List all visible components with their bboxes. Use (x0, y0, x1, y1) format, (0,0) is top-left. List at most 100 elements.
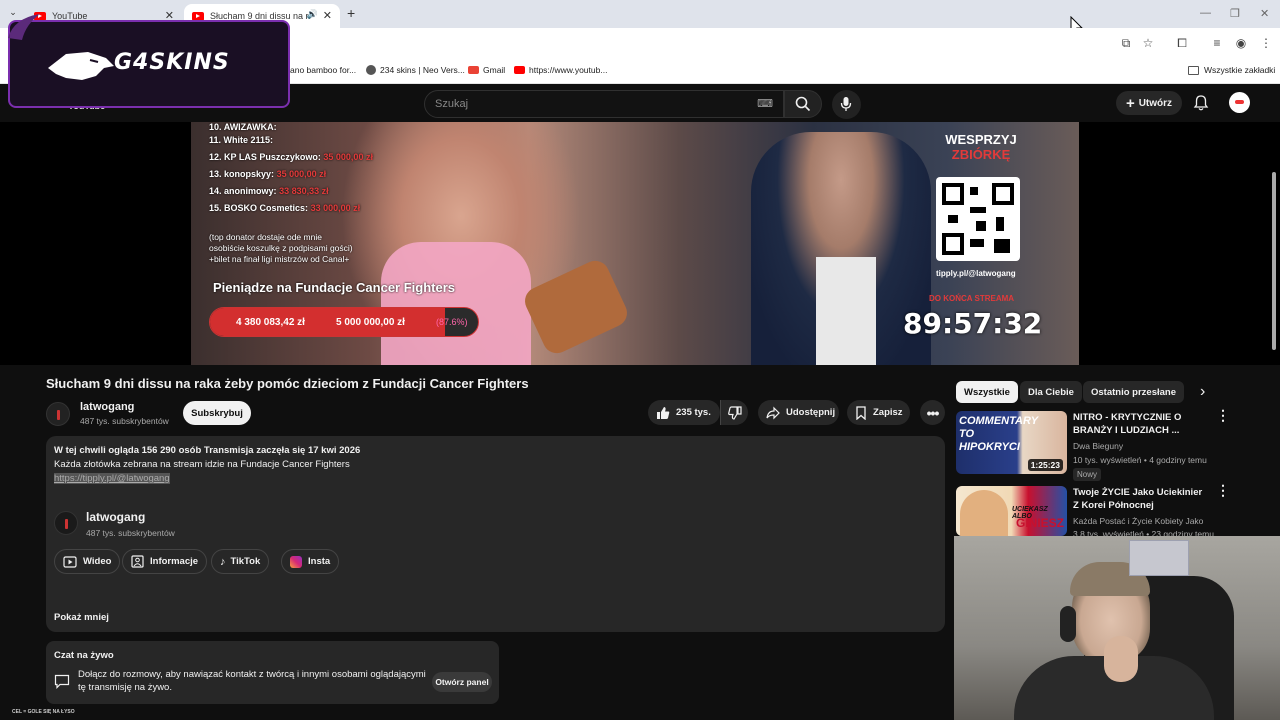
tipply-handle: tipply.pl/@latwogang (936, 269, 1016, 278)
live-stats: W tej chwili ogląda 156 290 osób Transmi… (54, 445, 361, 456)
bookmark-item[interactable]: https://www.youtub... (514, 65, 607, 75)
description-box[interactable]: W tej chwili ogląda 156 290 osób Transmi… (46, 436, 945, 632)
button-label: Wideo (83, 556, 112, 567)
cast-icon[interactable]: ⧉ (1119, 36, 1133, 50)
chip-recently-uploaded[interactable]: Ostatnio przesłane (1083, 381, 1184, 403)
thumbnail-text: COMMENTARY TO HIPOKRYCI (959, 415, 1038, 453)
new-badge: Nowy (1073, 468, 1102, 481)
donor-row: 11. White 2115: (209, 135, 274, 145)
close-window-icon[interactable]: ✕ (1260, 7, 1269, 20)
bookmark-label: ano bamboo for... (290, 65, 357, 75)
thumbs-down-icon (728, 405, 742, 420)
subscribe-button[interactable]: Subskrybuj (183, 401, 251, 425)
live-chat-panel: Czat na żywo Dołącz do rozmowy, aby nawi… (46, 641, 499, 704)
instagram-link-button[interactable]: Insta (281, 549, 340, 574)
bookmark-label: Gmail (483, 65, 506, 75)
all-bookmarks-label: Wszystkie zakładki (1204, 65, 1276, 75)
support-heading: WESPRZYJ ZBIÓRKĘ (945, 132, 1017, 162)
create-label: Utwórz (1138, 97, 1173, 109)
live-chat-text: Dołącz do rozmowy, aby nawiązać kontakt … (78, 669, 426, 693)
dislike-button[interactable] (720, 400, 748, 425)
more-actions-button[interactable]: ••• (920, 400, 945, 425)
more-vertical-icon[interactable]: ⋮ (1216, 408, 1230, 422)
search-button[interactable] (784, 90, 822, 118)
video-duration: 1:25:23 (1027, 459, 1063, 471)
until-end-label: DO KOŃCA STREAMA (929, 294, 1015, 303)
extensions-icon[interactable]: ⧠ (1175, 36, 1189, 50)
thumbs-up-icon (657, 406, 670, 419)
save-button[interactable]: Zapisz (847, 400, 910, 425)
video-title: Słucham 9 dni dissu na raka żeby pomóc d… (46, 376, 529, 391)
overlay-brand-text: G4SKINS (114, 50, 230, 75)
bookmark-item[interactable]: ano bamboo for... (290, 65, 356, 75)
videos-link-button[interactable]: Wideo (54, 549, 121, 574)
browser-menu-icon[interactable]: ⋮ (1259, 36, 1273, 50)
search-input[interactable]: Szukaj ⌨ (424, 90, 784, 118)
page-scrollbar[interactable] (1272, 172, 1276, 350)
microphone-icon (840, 97, 852, 111)
bookmark-item[interactable]: 234 skins | Neo Vers... (366, 65, 465, 75)
bookmark-gmail[interactable]: Gmail (468, 65, 505, 75)
notifications-bell-icon[interactable] (1192, 94, 1210, 112)
media-controls-icon[interactable]: ≡ (1210, 36, 1224, 50)
create-button[interactable]: + Utwórz (1116, 91, 1182, 115)
show-less-button[interactable]: Pokaż mniej (54, 612, 109, 623)
horn-decoration-icon (8, 14, 40, 40)
chip-all[interactable]: Wszystkie (956, 381, 1018, 403)
thumbnail-face (960, 490, 1008, 536)
channel-avatar[interactable] (46, 402, 70, 426)
description-link[interactable]: https://tipply.pl/@latwogang (54, 473, 170, 484)
recommendation-thumbnail[interactable]: UCIEKASZ ALBO GINIESZ (956, 486, 1067, 536)
plus-icon: + (1125, 94, 1135, 112)
voice-search-button[interactable] (832, 90, 861, 119)
bookmark-star-icon[interactable]: ☆ (1141, 36, 1155, 50)
pink-top (381, 242, 531, 365)
panther-logo-icon (48, 52, 114, 80)
white-shirt (816, 257, 876, 365)
minimize-icon[interactable]: — (1200, 7, 1211, 19)
webcam-overlay (954, 536, 1280, 720)
thumbnail-text: GINIESZ (1016, 516, 1065, 530)
bookmark-icon (856, 405, 866, 420)
recommendation-meta: 3,8 tys. wyświetleń • 23 godziny temu (1073, 529, 1214, 536)
more-horizontal-icon: ••• (926, 404, 940, 421)
about-link-button[interactable]: Informacje (122, 549, 208, 574)
speaker-icon[interactable]: 🔊 (307, 9, 318, 20)
keyboard-icon[interactable]: ⌨ (757, 97, 773, 110)
channel-avatar[interactable] (54, 511, 78, 535)
recommendation-thumbnail[interactable]: COMMENTARY TO HIPOKRYCI 1:25:23 (956, 411, 1067, 474)
maximize-icon[interactable]: ❐ (1230, 7, 1240, 20)
share-button[interactable]: Udostępnij (758, 400, 839, 425)
more-vertical-icon[interactable]: ⋮ (1216, 483, 1230, 497)
stream-video-frame[interactable]: 10. AWIZAWKA: 11. White 2115: 12. KP LAS… (191, 122, 1079, 365)
new-tab-button[interactable]: + (347, 5, 355, 21)
instagram-icon (290, 555, 302, 568)
button-label: TikTok (230, 556, 261, 567)
account-avatar[interactable] (1229, 92, 1250, 113)
button-label: Insta (308, 556, 331, 567)
close-tab-icon[interactable]: ✕ (323, 9, 332, 22)
recommendation-channel[interactable]: Każda Postać i Życie Kobiety Jako (1073, 516, 1208, 526)
profile-icon[interactable]: ◉ (1234, 36, 1248, 50)
donor-row: 12. KP LAS Puszczykowo: 35 000,00 zł (209, 152, 373, 162)
button-label: Informacje (150, 556, 199, 567)
channel-name[interactable]: latwogang (86, 510, 145, 524)
channel-subscribers: 487 tys. subskrybentów (80, 416, 169, 426)
chip-for-you[interactable]: Dla Ciebie (1020, 381, 1082, 403)
channel-name[interactable]: latwogang (80, 401, 134, 413)
tiktok-link-button[interactable]: ♪ TikTok (211, 549, 270, 574)
recommendation-title[interactable]: Twoje ŻYCIE Jako Uciekinier Z Korei Półn… (1073, 486, 1208, 512)
person-box-icon (131, 555, 144, 568)
recommendation-channel[interactable]: Dwa Bieguny (1073, 441, 1123, 451)
open-chat-panel-button[interactable]: Otwórz panel (432, 672, 492, 692)
tiktok-icon: ♪ (220, 555, 226, 568)
donor-row: 15. BOSKO Cosmetics: 33 000,00 zł (209, 203, 361, 213)
like-button[interactable]: 235 tys. (648, 400, 720, 425)
chips-next-icon[interactable]: › (1200, 383, 1205, 401)
fund-label: Pieniądze na Fundacje Cancer Fighters (213, 280, 456, 295)
stream-timer: 89:57:32 (903, 307, 1043, 340)
goal-amount: 5 000 000,00 zł (336, 317, 405, 328)
raised-amount: 4 380 083,42 zł (236, 317, 305, 328)
recommendation-title[interactable]: NITRO - KRYTYCZNIE O BRANŻY I LUDZIACH .… (1073, 411, 1208, 437)
all-bookmarks[interactable]: Wszystkie zakładki (1188, 65, 1275, 75)
